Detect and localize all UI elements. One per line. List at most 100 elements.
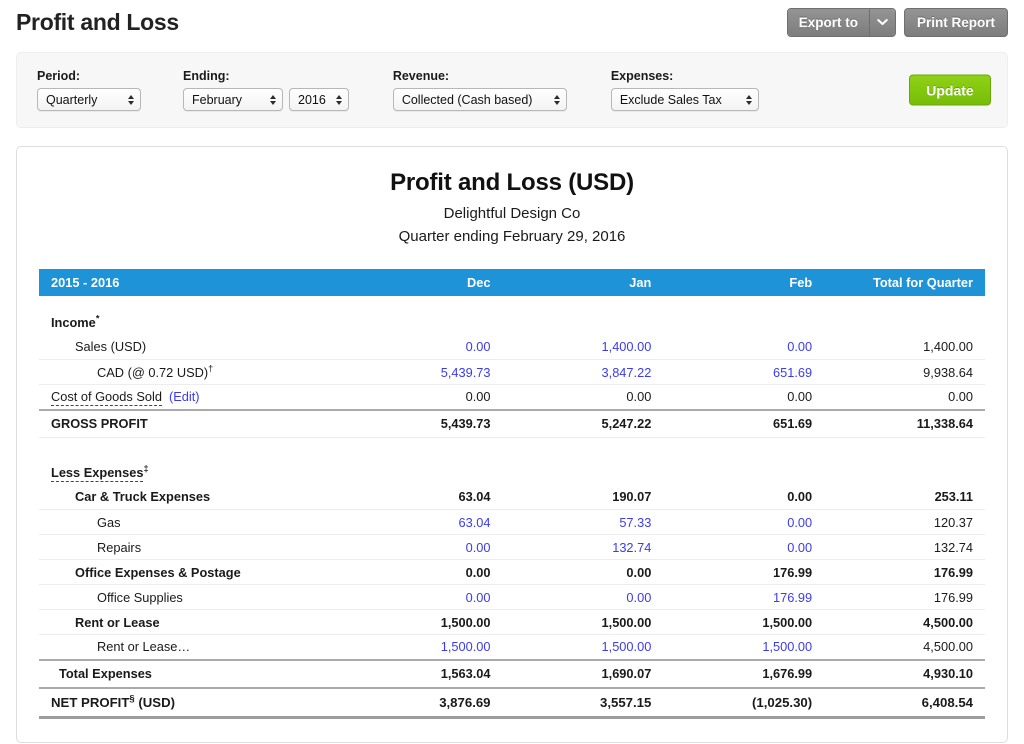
cell-office-supplies-jan[interactable]: 0.00 xyxy=(502,584,664,610)
cell-office-feb: 176.99 xyxy=(663,559,825,585)
cell-sales-dec[interactable]: 0.00 xyxy=(341,334,503,360)
report-period: Quarter ending February 29, 2016 xyxy=(398,228,626,246)
cell-rent-sub-dec[interactable]: 1,500.00 xyxy=(341,634,503,660)
cell-gas-total: 120.37 xyxy=(824,509,985,535)
table-row: Rent or Lease 1,500.00 1,500.00 1,500.00… xyxy=(39,609,985,635)
period-select[interactable]: Quarterly xyxy=(37,88,141,111)
cad-footnote-mark: † xyxy=(208,363,214,374)
stepper-arrows-icon xyxy=(270,94,276,105)
cell-office-dec: 0.00 xyxy=(341,559,503,585)
table-row: Office Supplies 0.00 0.00 176.99 176.99 xyxy=(39,584,985,610)
cell-total-expenses-jan: 1,690.07 xyxy=(502,658,664,688)
cell-cad-dec[interactable]: 5,439.73 xyxy=(341,359,503,385)
stepper-arrows-icon xyxy=(553,94,560,105)
expenses-select-value: Exclude Sales Tax xyxy=(619,92,722,107)
ending-year-select[interactable]: 2016 xyxy=(289,88,349,111)
cell-rent-jan: 1,500.00 xyxy=(502,609,664,635)
chevron-down-icon[interactable] xyxy=(868,8,895,36)
row-label-rent-or-lease-sub: Rent or Lease… xyxy=(39,634,342,660)
stepper-arrows-icon xyxy=(128,94,134,105)
cell-sales-total: 1,400.00 xyxy=(824,334,985,360)
cell-cogs-jan: 0.00 xyxy=(502,384,664,410)
table-row: Sales (USD) 0.00 1,400.00 0.00 1,400.00 xyxy=(39,334,985,360)
row-label-cost-of-goods-sold[interactable]: Cost of Goods Sold xyxy=(51,389,162,407)
row-label-office-supplies: Office Supplies xyxy=(39,584,342,610)
column-header-jan: Jan xyxy=(502,268,664,296)
cell-total-expenses-feb: 1,676.99 xyxy=(663,658,825,688)
cell-repairs-dec[interactable]: 0.00 xyxy=(341,534,503,560)
ending-month-value: February xyxy=(192,92,243,107)
cell-cad-jan[interactable]: 3,847.22 xyxy=(502,359,664,385)
row-label-cad: CAD (@ 0.72 USD) xyxy=(97,364,209,380)
cell-repairs-jan[interactable]: 132.74 xyxy=(502,534,664,560)
report-card: Profit and Loss (USD) Delightful Design … xyxy=(16,146,1008,743)
income-header-label: Income xyxy=(51,314,96,330)
table-row: Gas 63.04 57.33 0.00 120.37 xyxy=(39,509,985,535)
row-label-repairs: Repairs xyxy=(39,534,342,560)
cell-total-expenses-total: 4,930.10 xyxy=(824,658,985,688)
cell-net-profit-dec: 3,876.69 xyxy=(341,686,503,719)
table-row-total-expenses: Total Expenses 1,563.04 1,690.07 1,676.9… xyxy=(39,658,985,688)
spacer-row xyxy=(39,296,985,310)
cell-office-supplies-total: 176.99 xyxy=(824,584,985,610)
cell-sales-jan[interactable]: 1,400.00 xyxy=(502,334,664,360)
spacer-row xyxy=(39,438,985,460)
cell-gross-profit-jan: 5,247.22 xyxy=(502,408,664,438)
expenses-select[interactable]: Exclude Sales Tax xyxy=(610,88,759,111)
cell-gross-profit-feb: 651.69 xyxy=(663,408,825,438)
less-expenses-label[interactable]: Less Expenses xyxy=(51,464,144,482)
ending-label: Ending: xyxy=(183,69,230,83)
cell-office-supplies-feb[interactable]: 176.99 xyxy=(663,584,825,610)
period-label: Period: xyxy=(37,69,81,83)
cell-repairs-feb[interactable]: 0.00 xyxy=(663,534,825,560)
cell-office-supplies-dec[interactable]: 0.00 xyxy=(341,584,503,610)
table-row: Car & Truck Expenses 63.04 190.07 0.00 2… xyxy=(39,484,985,510)
edit-cost-of-goods-sold-link[interactable]: (Edit) xyxy=(169,389,200,404)
column-header-dec: Dec xyxy=(341,268,503,296)
stepper-arrows-icon xyxy=(745,94,752,105)
cell-repairs-total: 132.74 xyxy=(824,534,985,560)
revenue-label: Revenue: xyxy=(392,69,450,83)
export-to-button[interactable]: Export to xyxy=(786,7,896,37)
report-company: Delightful Design Co xyxy=(443,205,581,222)
table-row: Rent or Lease… 1,500.00 1,500.00 1,500.0… xyxy=(39,634,985,660)
cell-rent-sub-feb[interactable]: 1,500.00 xyxy=(663,634,825,660)
cell-car-truck-total: 253.11 xyxy=(824,484,985,510)
cell-cad-total: 9,938.64 xyxy=(824,359,985,385)
cell-total-expenses-dec: 1,563.04 xyxy=(341,658,503,688)
filter-group-ending: Ending: February 2016 xyxy=(183,69,349,111)
row-label-gross-profit: GROSS PROFIT xyxy=(39,408,342,438)
expenses-label: Expenses: xyxy=(610,69,674,83)
page-title: Profit and Loss xyxy=(16,8,179,35)
column-header-total: Total for Quarter xyxy=(824,268,985,296)
cell-gas-feb[interactable]: 0.00 xyxy=(663,509,825,535)
export-to-label: Export to xyxy=(787,8,869,36)
cell-net-profit-total: 6,408.54 xyxy=(824,686,985,719)
cell-cad-feb[interactable]: 651.69 xyxy=(663,359,825,385)
cell-car-truck-feb: 0.00 xyxy=(663,484,825,510)
cell-cogs-dec: 0.00 xyxy=(341,384,503,410)
cell-gas-jan[interactable]: 57.33 xyxy=(502,509,664,535)
table-row-less-expenses-header: Less Expenses‡ xyxy=(39,460,985,485)
table-row-gross-profit: GROSS PROFIT 5,439.73 5,247.22 651.69 11… xyxy=(39,408,985,438)
cell-gas-dec[interactable]: 63.04 xyxy=(341,509,503,535)
row-label-net-profit: NET PROFIT xyxy=(51,694,130,710)
cell-sales-feb[interactable]: 0.00 xyxy=(663,334,825,360)
cell-net-profit-jan: 3,557.15 xyxy=(502,686,664,719)
revenue-select-value: Collected (Cash based) xyxy=(401,92,533,107)
ending-month-select[interactable]: February xyxy=(183,88,283,111)
cell-car-truck-jan: 190.07 xyxy=(502,484,664,510)
cell-cogs-total: 0.00 xyxy=(824,384,985,410)
table-row: Office Expenses & Postage 0.00 0.00 176.… xyxy=(39,559,985,585)
row-label-rent-or-lease: Rent or Lease xyxy=(39,609,342,635)
cell-net-profit-feb: (1,025.30) xyxy=(663,686,825,719)
filter-group-period: Period: Quarterly xyxy=(37,69,141,111)
print-report-button[interactable]: Print Report xyxy=(903,7,1008,37)
table-row: Repairs 0.00 132.74 0.00 132.74 xyxy=(39,534,985,560)
row-label-car-truck-expenses: Car & Truck Expenses xyxy=(39,484,342,510)
update-button[interactable]: Update xyxy=(909,74,991,106)
table-row: CAD (@ 0.72 USD)† 5,439.73 3,847.22 651.… xyxy=(39,359,985,385)
revenue-select[interactable]: Collected (Cash based) xyxy=(392,88,567,111)
income-header-mark: * xyxy=(95,313,100,324)
cell-rent-sub-jan[interactable]: 1,500.00 xyxy=(502,634,664,660)
